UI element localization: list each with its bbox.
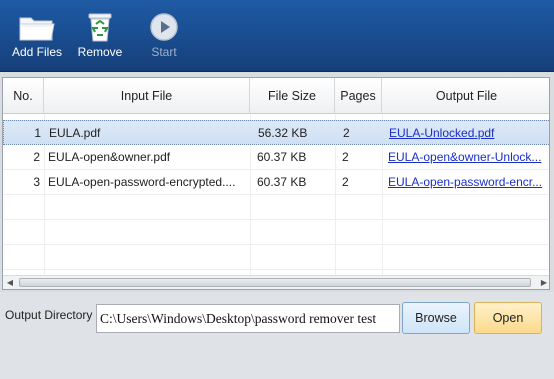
row-number: 1	[34, 126, 41, 140]
recycle-bin-icon	[80, 10, 120, 44]
output-file-link[interactable]: EULA-open-password-encr...	[382, 170, 549, 195]
input-file-cell: EULA-open-password-encrypted....	[48, 175, 236, 189]
browse-button[interactable]: Browse	[402, 302, 470, 334]
output-file-link[interactable]: EULA-Unlocked.pdf	[383, 121, 549, 146]
column-header-output-file[interactable]: Output File	[382, 78, 549, 114]
column-header-pages[interactable]: Pages	[335, 78, 382, 114]
pages-cell: 2	[342, 175, 349, 189]
start-button[interactable]: Start	[140, 0, 188, 72]
scroll-right-icon[interactable]: ▶	[537, 276, 549, 289]
input-file-cell: EULA.pdf	[49, 126, 101, 140]
file-list-panel: No. Input File File Size Pages Output Fi…	[0, 72, 554, 292]
table-row[interactable]: 1 EULA.pdf 56.32 KB 2 EULA-Unlocked.pdf	[3, 120, 549, 146]
file-size-cell: 60.37 KB	[257, 175, 307, 189]
scrollbar-thumb[interactable]	[19, 278, 531, 287]
empty-row	[3, 245, 549, 270]
file-size-cell: 60.37 KB	[257, 150, 307, 164]
add-files-button[interactable]: Add Files	[8, 0, 66, 72]
table-body: 1 EULA.pdf 56.32 KB 2 EULA-Unlocked.pdf …	[3, 120, 549, 270]
start-label: Start	[151, 45, 177, 59]
empty-row	[3, 195, 549, 220]
row-number: 3	[33, 175, 40, 189]
output-directory-label: Output Directory	[5, 308, 93, 322]
horizontal-scrollbar[interactable]: ◀ ▶	[3, 275, 549, 289]
empty-row	[3, 220, 549, 245]
remove-button[interactable]: Remove	[74, 0, 126, 72]
column-header-input-file[interactable]: Input File	[44, 78, 250, 114]
output-file-link[interactable]: EULA-open&owner-Unlock...	[382, 145, 549, 170]
column-header-file-size[interactable]: File Size	[250, 78, 335, 114]
file-size-cell: 56.32 KB	[258, 126, 308, 140]
folder-icon	[17, 10, 57, 44]
toolbar: Add Files Remove Start	[0, 0, 554, 72]
table-row[interactable]: 3 EULA-open-password-encrypted.... 60.37…	[3, 170, 549, 195]
table-header: No. Input File File Size Pages Output Fi…	[3, 78, 549, 114]
add-files-label: Add Files	[11, 45, 63, 59]
row-number: 2	[33, 150, 40, 164]
output-directory-field[interactable]: C:\Users\Windows\Desktop\password remove…	[96, 304, 400, 333]
input-file-cell: EULA-open&owner.pdf	[48, 150, 171, 164]
pages-cell: 2	[342, 150, 349, 164]
file-table: No. Input File File Size Pages Output Fi…	[2, 77, 550, 290]
pages-cell: 2	[343, 126, 350, 140]
open-button[interactable]: Open	[474, 302, 542, 334]
play-icon	[144, 10, 184, 44]
table-row[interactable]: 2 EULA-open&owner.pdf 60.37 KB 2 EULA-op…	[3, 145, 549, 170]
column-header-no[interactable]: No.	[3, 78, 44, 114]
remove-label: Remove	[77, 45, 123, 59]
scroll-left-icon[interactable]: ◀	[3, 276, 17, 289]
